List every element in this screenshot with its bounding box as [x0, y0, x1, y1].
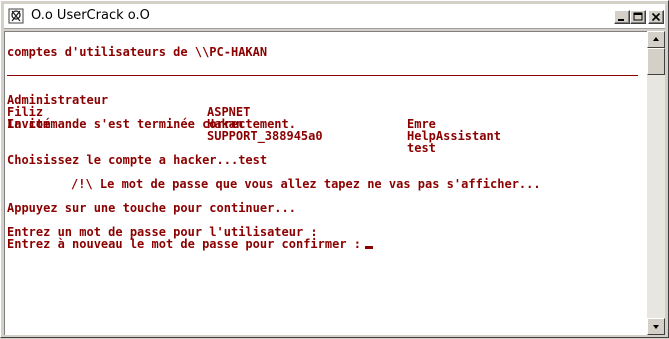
scroll-down-button[interactable] [647, 318, 665, 335]
close-icon [651, 12, 661, 22]
warning-line: /!\ Le mot de passe que vous allez tapez… [71, 177, 541, 191]
vertical-scrollbar[interactable] [647, 31, 665, 335]
separator-line [7, 75, 638, 76]
minimize-button[interactable] [614, 10, 630, 24]
confirm-password-row: Entrez à nouveau le mot de passe pour co… [7, 237, 374, 251]
arrow-up-icon [653, 37, 659, 41]
cmd-app-icon[interactable] [8, 8, 24, 24]
command-status: La commande s'est terminée correctement. [7, 117, 296, 131]
window-title: O.o UserCrack o.O [31, 8, 150, 23]
console-window: O.o UserCrack o.O comptes d'utilisateurs… [0, 0, 669, 338]
maximize-icon [633, 12, 643, 21]
console-output[interactable]: comptes d'utilisateurs de \\PC-HAKAN Adm… [4, 31, 647, 335]
user-name: SUPPORT_388945a0 [207, 129, 323, 143]
press-key-line: Appuyez sur une touche pour continuer... [7, 201, 296, 215]
scroll-up-button[interactable] [647, 31, 665, 48]
scroll-thumb[interactable] [647, 48, 665, 75]
close-button[interactable] [648, 10, 664, 24]
accounts-header: comptes d'utilisateurs de \\PC-HAKAN [7, 45, 268, 59]
title-bar[interactable]: O.o UserCrack o.O [4, 4, 665, 29]
confirm-password-prompt: Entrez à nouveau le mot de passe pour co… [7, 237, 362, 251]
choose-account-line: Choisissez le compte a hacker...test [7, 153, 268, 167]
arrow-down-icon [653, 325, 659, 329]
user-name: test [407, 141, 436, 155]
text-cursor [365, 246, 374, 249]
minimize-icon [618, 19, 624, 21]
maximize-button[interactable] [630, 10, 646, 24]
